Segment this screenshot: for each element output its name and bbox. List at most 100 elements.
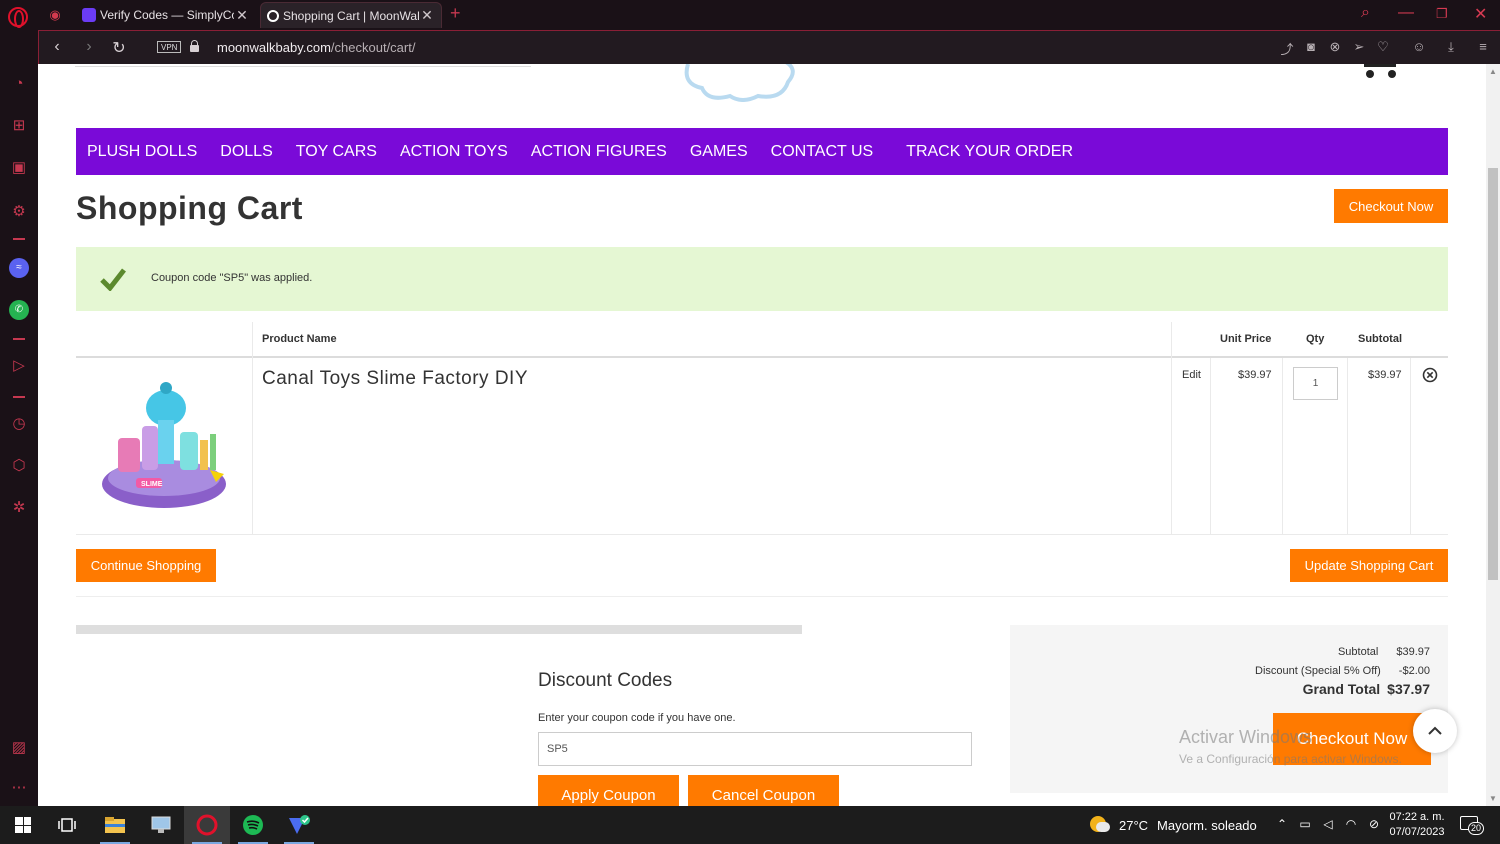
address-bar: ‹ › ↻ VPN moonwalkbaby.com/checkout/cart…: [38, 30, 1500, 64]
section-divider: [76, 596, 1448, 597]
simplycodes-favicon-icon: [82, 8, 96, 22]
weather-temp: 27°C: [1119, 817, 1149, 833]
start-button[interactable]: [0, 806, 46, 844]
column-divider: [1210, 358, 1211, 534]
reload-icon[interactable]: ↻: [109, 38, 129, 58]
close-tab-icon[interactable]: ✕: [419, 7, 435, 24]
close-tab-icon[interactable]: ✕: [234, 7, 250, 24]
forward-icon[interactable]: ›: [79, 38, 99, 56]
search-tabs-icon[interactable]: ⌕: [1361, 4, 1370, 22]
browser-titlebar: ◉ Verify Codes — SimplyCodes ✕ Shopping …: [0, 0, 1500, 30]
product-name-link[interactable]: Canal Toys Slime Factory DIY: [262, 368, 528, 390]
account-icon[interactable]: ☺: [1411, 39, 1427, 54]
page-scrollbar[interactable]: ▲ ▼: [1486, 64, 1500, 806]
continue-shopping-button[interactable]: Continue Shopping: [76, 549, 216, 582]
discount-label: Discount (Special 5% Off): [1255, 665, 1381, 677]
gamepad-icon[interactable]: ◉: [46, 6, 64, 24]
whatsapp-icon[interactable]: ✆: [9, 300, 29, 320]
task-view-button[interactable]: [44, 806, 90, 844]
taskbar-opera[interactable]: [184, 806, 230, 844]
checkout-now-button-top[interactable]: Checkout Now: [1334, 189, 1448, 223]
coupon-code-input[interactable]: [538, 732, 972, 766]
activate-windows-watermark: Activar Windows Ve a Configuración para …: [1179, 727, 1402, 766]
wifi-icon[interactable]: ◠: [1343, 817, 1359, 831]
header-search-bar[interactable]: [75, 64, 531, 67]
nav-track-order[interactable]: TRACK YOUR ORDER: [906, 143, 1073, 161]
battery-icon[interactable]: ▭: [1297, 817, 1313, 831]
send-icon[interactable]: ➢: [1351, 39, 1367, 55]
camera-icon[interactable]: ◙: [1303, 39, 1319, 54]
cube-icon[interactable]: ⬡: [9, 456, 29, 476]
gallery-icon[interactable]: ▨: [9, 738, 29, 758]
product-image[interactable]: SLIME: [100, 374, 234, 516]
close-window-icon[interactable]: ✕: [1474, 4, 1487, 24]
remove-item-icon[interactable]: [1422, 367, 1438, 383]
system-clock[interactable]: 07:22 a. m. 07/07/2023: [1384, 810, 1450, 840]
edit-item-link[interactable]: Edit: [1182, 369, 1201, 381]
player-icon[interactable]: ▷: [9, 356, 29, 376]
sidebar-separator: [13, 238, 25, 240]
notification-count: 20: [1468, 822, 1485, 835]
nav-dolls[interactable]: DOLLS: [220, 143, 272, 161]
table-header-divider: [76, 356, 1448, 358]
qty-input[interactable]: [1293, 367, 1338, 400]
apply-coupon-button[interactable]: Apply Coupon: [538, 775, 679, 806]
new-tab-button[interactable]: +: [450, 3, 461, 24]
shipping-section-bar: [76, 625, 802, 634]
adblock-icon[interactable]: ⊗: [1327, 39, 1343, 55]
tab-shopping-cart[interactable]: Shopping Cart | MoonWalkBaby ✕: [260, 2, 442, 28]
clock-time: 07:22 a. m.: [1389, 811, 1445, 823]
messenger-icon[interactable]: ≈: [9, 258, 29, 278]
tab-verify-codes[interactable]: Verify Codes — SimplyCodes ✕: [76, 2, 256, 28]
cancel-coupon-button[interactable]: Cancel Coupon: [688, 775, 839, 806]
shield-check-icon: [289, 815, 310, 834]
lock-icon[interactable]: [189, 40, 199, 52]
speed-dial-icon[interactable]: ◔: [9, 74, 29, 94]
cart-icon[interactable]: [1360, 64, 1400, 84]
grand-total-label: Grand Total: [1302, 681, 1381, 697]
download-icon[interactable]: ⤓: [1443, 39, 1459, 55]
scrollbar-thumb[interactable]: [1488, 168, 1498, 580]
url-field[interactable]: moonwalkbaby.com/checkout/cart/: [217, 40, 415, 55]
notification-center[interactable]: 20: [1460, 815, 1485, 835]
restore-icon[interactable]: ❐: [1436, 6, 1448, 22]
chevron-up-tray-icon[interactable]: ⌃: [1274, 817, 1290, 831]
back-to-top-button[interactable]: [1413, 709, 1457, 753]
easy-setup-icon[interactable]: ≡: [1475, 39, 1491, 54]
nav-action-toys[interactable]: ACTION TOYS: [400, 143, 508, 161]
weather-widget[interactable]: 27°C Mayorm. soleado: [1090, 816, 1257, 834]
volume-icon[interactable]: ◁: [1320, 817, 1336, 831]
nav-contact-us[interactable]: CONTACT US: [771, 143, 874, 161]
main-navigation: PLUSH DOLLS DOLLS TOY CARS ACTION TOYS A…: [76, 128, 1448, 175]
taskbar-spotify[interactable]: [230, 806, 276, 844]
scroll-up-icon[interactable]: ▲: [1489, 67, 1497, 76]
vpn-badge[interactable]: VPN: [157, 41, 182, 53]
more-icon[interactable]: ⋯: [9, 778, 29, 798]
grand-total-value: $37.97: [1387, 681, 1430, 697]
extensions-icon[interactable]: ⚙: [9, 202, 29, 222]
taskbar-file-explorer[interactable]: [92, 806, 138, 844]
nav-plush-dolls[interactable]: PLUSH DOLLS: [87, 143, 197, 161]
url-path: /checkout/cart/: [330, 40, 416, 55]
twitch-icon[interactable]: ▣: [9, 158, 29, 178]
back-icon[interactable]: ‹: [47, 38, 67, 56]
heart-icon[interactable]: ♡: [1375, 39, 1391, 55]
totals-discount-row: Discount (Special 5% Off) -$2.00: [1255, 665, 1430, 677]
settings-icon[interactable]: ✲: [9, 498, 29, 518]
scroll-down-icon[interactable]: ▼: [1489, 794, 1497, 803]
tab-title: Shopping Cart | MoonWalkBaby: [283, 8, 419, 23]
taskbar-vpn-app[interactable]: [276, 806, 322, 844]
update-cart-button[interactable]: Update Shopping Cart: [1290, 549, 1448, 582]
minimize-icon[interactable]: —: [1398, 4, 1414, 22]
opera-menu-icon[interactable]: [8, 7, 28, 28]
nav-toy-cars[interactable]: TOY CARS: [296, 143, 377, 161]
site-logo[interactable]: [678, 64, 804, 102]
network-off-icon[interactable]: ⊘: [1366, 817, 1382, 831]
shopping-bag-icon[interactable]: ⊞: [9, 116, 29, 136]
nav-action-figures[interactable]: ACTION FIGURES: [531, 143, 667, 161]
sidebar-separator: [13, 396, 25, 398]
history-icon[interactable]: ◷: [9, 414, 29, 434]
nav-games[interactable]: GAMES: [690, 143, 748, 161]
share-icon[interactable]: ⤴: [1279, 39, 1295, 58]
taskbar-control-panel[interactable]: [138, 806, 184, 844]
